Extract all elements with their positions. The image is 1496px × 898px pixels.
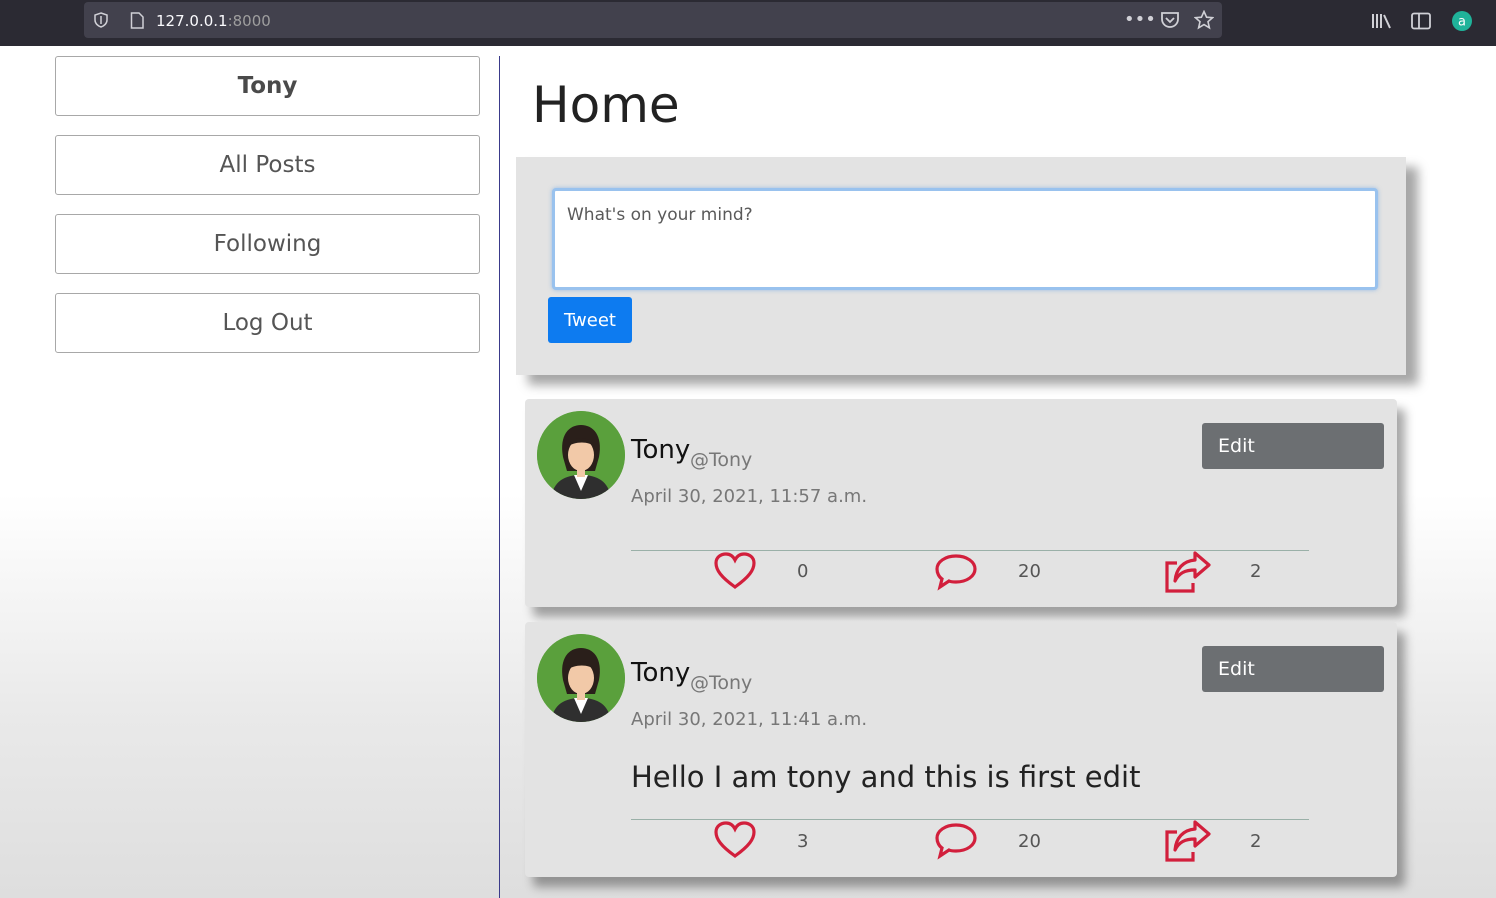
post-handle: @Tony	[690, 449, 753, 471]
compose-input[interactable]	[552, 188, 1378, 290]
post-author[interactable]: Tony	[631, 435, 690, 465]
post-card: Tony @Tony April 30, 2021, 11:57 a.m. Ed…	[525, 399, 1397, 607]
comment-count: 20	[1018, 831, 1041, 852]
edit-button[interactable]: Edit	[1202, 646, 1384, 692]
post-author[interactable]: Tony	[631, 658, 690, 688]
heart-icon[interactable]	[713, 820, 757, 864]
sidebar-item-profile[interactable]: Tony	[55, 56, 480, 116]
like-count: 0	[797, 561, 809, 582]
avatar[interactable]	[537, 634, 625, 722]
url-bar[interactable]: 127.0.0.1:8000 •••	[84, 2, 1222, 38]
sidebar-item-all-posts[interactable]: All Posts	[55, 135, 480, 195]
avatar[interactable]	[537, 411, 625, 499]
svg-text:a: a	[1458, 15, 1466, 30]
sidebar-icon[interactable]	[1411, 12, 1431, 30]
post-content: Hello I am tony and this is first edit	[631, 760, 1141, 794]
library-icon[interactable]	[1371, 12, 1393, 30]
post-card: Tony @Tony April 30, 2021, 11:41 a.m. Ed…	[525, 622, 1397, 877]
shield-icon[interactable]	[94, 12, 108, 28]
post-timestamp: April 30, 2021, 11:57 a.m.	[631, 486, 868, 507]
page-title: Home	[532, 76, 680, 134]
star-icon[interactable]	[1194, 10, 1214, 30]
account-icon[interactable]: a	[1451, 10, 1473, 32]
share-icon[interactable]	[1163, 818, 1213, 868]
tweet-button[interactable]: Tweet	[548, 297, 632, 343]
comment-icon[interactable]	[934, 551, 978, 595]
share-count: 2	[1250, 831, 1262, 852]
like-count: 3	[797, 831, 809, 852]
edit-button[interactable]: Edit	[1202, 423, 1384, 469]
compose-box: Tweet	[516, 157, 1406, 375]
sidebar-item-following[interactable]: Following	[55, 214, 480, 274]
share-count: 2	[1250, 561, 1262, 582]
comment-icon[interactable]	[934, 820, 978, 864]
heart-icon[interactable]	[713, 551, 757, 595]
url-text: 127.0.0.1:8000	[156, 12, 271, 30]
sidebar-item-log-out[interactable]: Log Out	[55, 293, 480, 353]
share-icon[interactable]	[1163, 549, 1213, 599]
page-icon	[130, 12, 144, 29]
sidebar-nav: Tony All Posts Following Log Out	[55, 56, 480, 372]
comment-count: 20	[1018, 561, 1041, 582]
pocket-icon[interactable]	[1160, 11, 1180, 29]
post-handle: @Tony	[690, 672, 753, 694]
sidebar-divider	[499, 56, 500, 898]
more-icon[interactable]: •••	[1124, 11, 1156, 29]
browser-toolbar: 127.0.0.1:8000 ••• a	[0, 0, 1496, 46]
post-timestamp: April 30, 2021, 11:41 a.m.	[631, 709, 868, 730]
